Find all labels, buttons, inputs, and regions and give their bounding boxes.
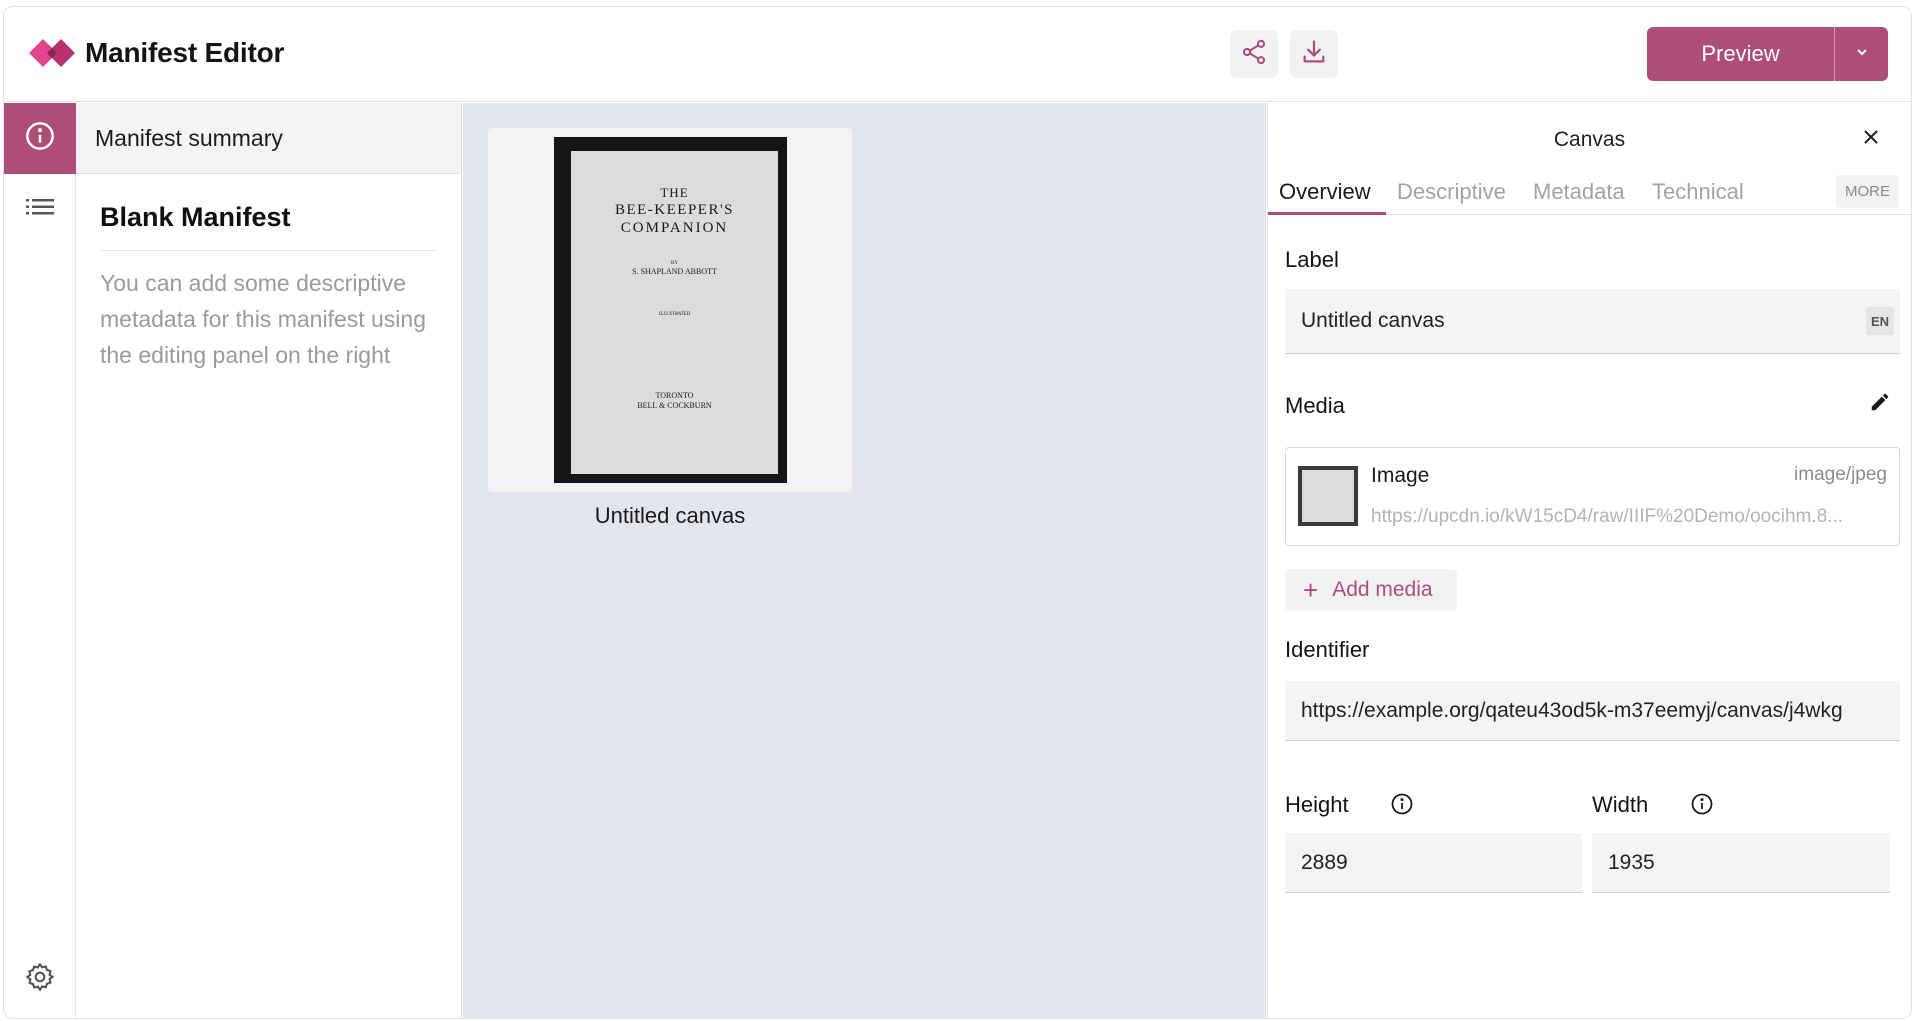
left-rail <box>4 103 76 1018</box>
chevron-down-icon <box>1854 44 1870 65</box>
preview-dropdown-button[interactable] <box>1834 27 1888 81</box>
media-heading: Media <box>1285 393 1345 418</box>
manifest-summary-panel: Manifest summary Blank Manifest You can … <box>76 103 462 1018</box>
media-url: https://upcdn.io/kW15cD4/raw/IIIF%20Demo… <box>1371 506 1844 527</box>
canvas-area: THE BEE-KEEPER'S COMPANION BY S. SHAPLAN… <box>463 103 1266 1018</box>
width-input[interactable]: 1935 <box>1592 833 1890 893</box>
canvas-thumbnail-label: Untitled canvas <box>594 503 746 528</box>
summary-description: You can add some descriptive metadata fo… <box>100 270 426 368</box>
book-line: BY <box>671 261 678 266</box>
canvas-thumbnail-image: THE BEE-KEEPER'S COMPANION BY S. SHAPLAN… <box>554 137 787 483</box>
book-line: TORONTO <box>655 391 694 400</box>
preview-button-group: Preview <box>1647 27 1888 81</box>
tab-technical[interactable]: Technical <box>1652 173 1744 215</box>
app-title: Manifest Editor <box>85 37 285 68</box>
book-line: BEE-KEEPER'S <box>614 202 735 218</box>
add-media-button[interactable]: + Add media <box>1285 569 1457 611</box>
rail-item-summary[interactable] <box>4 103 76 174</box>
settings-button[interactable] <box>4 954 76 1004</box>
book-line: ILLUSTRATED <box>658 312 691 317</box>
gear-icon <box>24 961 56 998</box>
media-type: image/jpeg <box>1794 464 1887 485</box>
book-title-page: THE BEE-KEEPER'S COMPANION BY S. SHAPLAN… <box>571 151 778 474</box>
panel-title: Canvas <box>1553 128 1626 151</box>
panel-tabs: Overview Descriptive Metadata Technical <box>1268 173 1911 215</box>
download-icon <box>1300 38 1328 71</box>
media-name: Image <box>1371 464 1430 487</box>
tab-overview[interactable]: Overview <box>1268 173 1386 215</box>
plus-icon: + <box>1303 575 1319 605</box>
width-heading: Width <box>1592 792 1649 817</box>
logo-icon <box>27 33 81 73</box>
tab-metadata[interactable]: Metadata <box>1533 173 1625 215</box>
label-value: Untitled canvas <box>1301 309 1445 332</box>
book-line: S. SHAPLAND ABBOTT <box>632 267 717 276</box>
summary-heading: Manifest summary <box>76 103 461 174</box>
book-line: THE <box>660 185 689 200</box>
info-icon[interactable] <box>1390 792 1414 821</box>
preview-button[interactable]: Preview <box>1647 27 1834 81</box>
pencil-icon[interactable] <box>1869 391 1891 418</box>
identifier-value: https://example.org/qateu43od5k-m37eemyj… <box>1301 698 1843 722</box>
book-line: COMPANION <box>620 220 729 236</box>
app-window: Manifest Editor Preview Manifest summary… <box>3 6 1912 1019</box>
book-line: BELL & COCKBURN <box>637 401 712 410</box>
brand: Manifest Editor <box>27 33 284 73</box>
info-icon <box>24 120 56 157</box>
share-button[interactable] <box>1230 30 1278 78</box>
height-input[interactable]: 2889 <box>1285 833 1582 893</box>
tab-descriptive[interactable]: Descriptive <box>1397 173 1506 215</box>
list-icon <box>25 195 55 224</box>
height-heading: Height <box>1285 792 1349 817</box>
canvas-thumbnail[interactable]: THE BEE-KEEPER'S COMPANION BY S. SHAPLAN… <box>488 128 852 492</box>
manifest-title: Blank Manifest <box>100 202 437 251</box>
rail-item-structure[interactable] <box>4 174 76 245</box>
download-button[interactable] <box>1290 30 1338 78</box>
close-icon <box>1863 129 1879 150</box>
close-panel-button[interactable] <box>1855 123 1887 155</box>
top-header: Manifest Editor Preview <box>4 7 1911 102</box>
height-value: 2889 <box>1301 850 1348 874</box>
media-thumbnail-page <box>1302 470 1354 522</box>
identifier-field[interactable]: https://example.org/qateu43od5k-m37eemyj… <box>1285 681 1900 741</box>
more-tabs-button[interactable]: MORE <box>1836 175 1899 208</box>
label-field[interactable]: Untitled canvas EN <box>1285 289 1900 354</box>
canvas-properties-panel: Canvas Overview Descriptive Metadata Tec… <box>1267 103 1911 1018</box>
label-heading: Label <box>1285 247 1339 272</box>
media-item[interactable]: Image image/jpeg https://upcdn.io/kW15cD… <box>1285 447 1900 546</box>
media-thumbnail <box>1298 466 1358 526</box>
add-media-label: Add media <box>1332 578 1433 601</box>
language-badge[interactable]: EN <box>1866 307 1894 335</box>
width-value: 1935 <box>1608 850 1655 874</box>
info-icon[interactable] <box>1690 792 1714 821</box>
share-icon <box>1240 38 1268 71</box>
identifier-heading: Identifier <box>1285 637 1370 662</box>
